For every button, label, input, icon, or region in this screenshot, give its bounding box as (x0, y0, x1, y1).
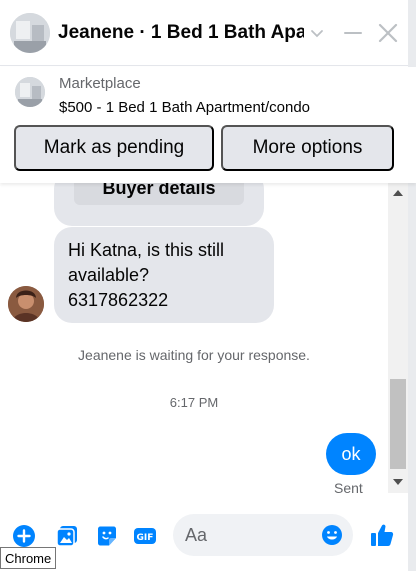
sticker-icon[interactable] (95, 524, 119, 548)
svg-text:GIF: GIF (137, 533, 154, 543)
marketplace-label: Marketplace (59, 75, 141, 92)
close-icon[interactable] (376, 21, 400, 45)
marketplace-banner: Marketplace $500 - 1 Bed 1 Bath Apartmen… (0, 67, 416, 183)
message-line: Hi Katna, is this still (68, 240, 225, 260)
message-scrollbar[interactable] (388, 183, 408, 493)
chat-header: Jeanene · 1 Bed 1 Bath Apa… (0, 0, 416, 66)
previous-message-bubble: Buyer details (54, 183, 264, 226)
scrollbar-thumb[interactable] (390, 379, 406, 469)
listing-title[interactable]: $500 - 1 Bed 1 Bath Apartment/condo (59, 99, 310, 116)
conversation-title[interactable]: Jeanene · 1 Bed 1 Bath Apa… (58, 22, 304, 44)
emoji-icon[interactable] (321, 524, 343, 546)
chevron-down-icon[interactable] (308, 24, 326, 42)
received-message-bubble[interactable]: Hi Katna, is this still available? 63178… (54, 227, 274, 323)
message-timestamp: 6:17 PM (169, 395, 219, 410)
thumbs-up-icon[interactable] (369, 522, 395, 548)
sent-message-bubble[interactable]: ok (326, 433, 376, 475)
scroll-down-arrow[interactable] (393, 479, 403, 485)
buyer-details-button[interactable]: Buyer details (74, 183, 244, 205)
scroll-up-arrow[interactable] (393, 190, 403, 196)
mark-as-pending-button[interactable]: Mark as pending (14, 125, 214, 171)
message-line: 6317862322 (68, 290, 169, 310)
message-line: available? (68, 265, 150, 285)
message-input[interactable] (185, 514, 315, 556)
chrome-tooltip: Chrome (0, 547, 57, 569)
gif-icon[interactable]: GIF (133, 524, 157, 548)
sent-status: Sent (334, 480, 363, 493)
minimize-icon[interactable] (342, 22, 364, 44)
sender-avatar[interactable] (8, 286, 44, 322)
plus-circle-icon[interactable] (12, 524, 36, 548)
more-options-button[interactable]: More options (221, 125, 394, 171)
message-list[interactable]: Buyer details Hi Katna, is this still av… (0, 183, 388, 493)
waiting-notice: Jeanene is waiting for your response. (78, 347, 310, 363)
message-input-container[interactable] (173, 514, 353, 556)
message-composer: GIF (0, 493, 408, 571)
photo-icon[interactable] (55, 524, 79, 548)
listing-avatar[interactable] (10, 13, 50, 53)
listing-thumbnail[interactable] (15, 77, 45, 107)
